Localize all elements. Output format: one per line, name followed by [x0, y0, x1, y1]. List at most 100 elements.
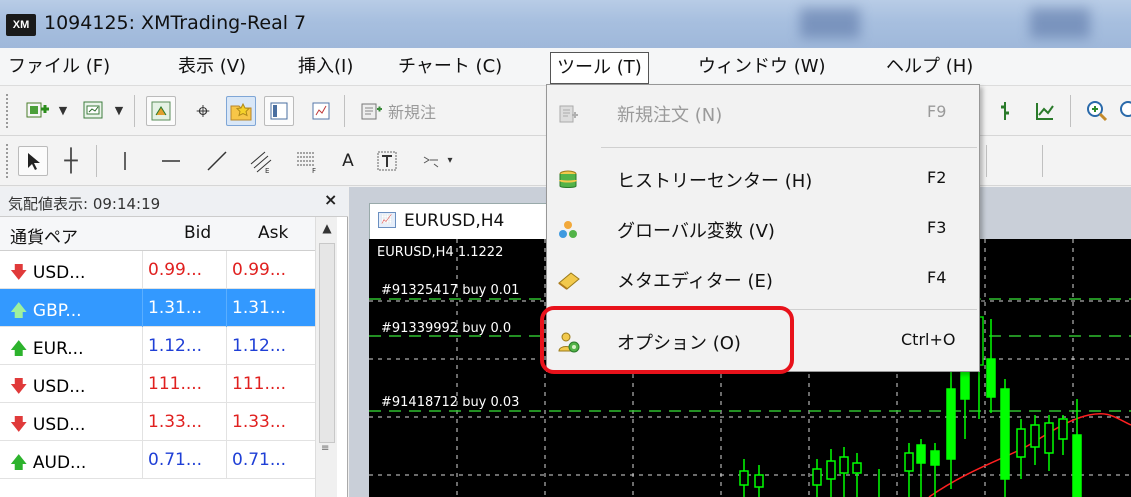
table-row[interactable]: 🡅 GBP... 1.31... 1.31... — [0, 289, 315, 327]
order-line-label[interactable]: #91418712 buy 0.03 — [381, 395, 519, 410]
vertical-scrollbar[interactable]: ▲ ≡ — [315, 217, 337, 497]
menu-item-global-variables[interactable]: グローバル変数 (V) F3 — [547, 205, 979, 255]
toolbar-grip[interactable] — [6, 144, 10, 178]
fibonacci-retracement-icon[interactable]: F — [292, 146, 322, 176]
global-variables-icon — [557, 219, 579, 241]
menu-insert[interactable]: 挿入(I) — [292, 53, 359, 81]
strategy-tester-icon[interactable] — [306, 96, 336, 126]
horizontal-line-icon[interactable] — [156, 146, 186, 176]
toolbar-grip[interactable] — [6, 94, 10, 128]
scroll-up-icon[interactable]: ▲ — [316, 217, 338, 239]
highlight-annotation — [540, 306, 794, 374]
bid-cell: 1.31... — [148, 298, 203, 318]
app-logo-icon: XM — [6, 14, 36, 36]
ask-cell: 111.... — [232, 374, 287, 394]
arrow-down-icon: 🡇 — [10, 263, 28, 283]
menu-view[interactable]: 表示 (V) — [172, 53, 252, 81]
chart-window-tab[interactable]: 📈 EURUSD,H4 — [369, 203, 549, 239]
table-row[interactable]: 🡇 USD... 0.99... 0.99... — [0, 251, 315, 289]
order-line-label[interactable]: #91325417 buy 0.01 — [381, 283, 519, 298]
chart-line-icon[interactable] — [1030, 96, 1060, 126]
table-row[interactable]: 🡇 USD... 111.... 111.... — [0, 365, 315, 403]
zoom-out-icon[interactable] — [1118, 96, 1131, 126]
navigator-icon[interactable] — [226, 96, 256, 126]
menu-item-shortcut: F3 — [927, 218, 947, 237]
bid-cell: 1.33... — [148, 412, 203, 432]
market-watch-toggle-icon[interactable] — [146, 96, 176, 126]
menu-item-label: グローバル変数 (V) — [617, 221, 775, 242]
toolbar-separator — [96, 145, 97, 177]
menu-item-new-order[interactable]: 新規注文 (N) F9 — [547, 89, 979, 139]
arrow-up-icon: 🡅 — [10, 453, 28, 473]
svg-text:E: E — [265, 167, 269, 174]
chevron-down-icon[interactable]: ▼ — [112, 100, 126, 120]
vertical-line-icon[interactable] — [110, 146, 140, 176]
market-watch-column-header: 通貨ペア Bid Ask — [0, 217, 315, 251]
arrow-down-icon: 🡇 — [10, 415, 28, 435]
symbol-cell: 🡅 AUD... — [10, 453, 87, 473]
bid-cell: 1.12... — [148, 336, 203, 356]
text-label-icon[interactable] — [372, 146, 402, 176]
equidistant-channel-icon[interactable]: E — [246, 146, 276, 176]
column-header-bid[interactable]: Bid — [184, 223, 211, 243]
menu-item-label: メタエディター (E) — [617, 271, 773, 292]
menu-item-shortcut: F4 — [927, 268, 947, 287]
menu-item-meta-editor[interactable]: メタエディター (E) F4 — [547, 255, 979, 305]
symbol-cell: 🡅 EUR... — [10, 339, 84, 359]
history-center-icon — [557, 169, 579, 191]
table-row[interactable]: 🡅 EUR... 1.12... 1.12... — [0, 327, 315, 365]
arrow-up-icon: 🡅 — [10, 339, 28, 359]
text-tool-icon[interactable]: A — [338, 148, 358, 174]
new-order-toolbar-label[interactable]: 新規注 — [388, 98, 436, 124]
chart-bar-icon[interactable] — [990, 96, 1020, 126]
menu-item-label: 新規注文 (N) — [617, 105, 723, 126]
scrollbar-thumb[interactable] — [319, 243, 335, 443]
terminal-icon[interactable] — [264, 96, 294, 126]
chevron-down-icon[interactable]: ▼ — [56, 100, 70, 120]
arrow-down-icon: 🡇 — [10, 377, 28, 397]
ask-cell: 1.12... — [232, 336, 287, 356]
crosshair-icon[interactable]: ┼ — [56, 146, 86, 176]
crosshair-data-window-icon[interactable]: ⌖ — [188, 96, 218, 126]
ask-cell: 0.99... — [232, 260, 287, 280]
market-watch-title: 気配値表示: 09:14:19 — [8, 195, 161, 213]
menu-item-shortcut: F2 — [927, 168, 947, 187]
menu-help[interactable]: ヘルプ (H) — [880, 53, 979, 81]
new-chart-icon[interactable] — [22, 96, 54, 126]
symbol-cell: 🡇 USD... — [10, 377, 86, 397]
menu-file[interactable]: ファイル (F) — [2, 53, 116, 81]
menu-item-shortcut: F9 — [927, 102, 947, 121]
bid-cell: 0.99... — [148, 260, 203, 280]
chevron-down-icon[interactable]: ▾ — [444, 150, 456, 170]
menu-window[interactable]: ウィンドウ (W) — [692, 53, 832, 81]
svg-text:F: F — [312, 167, 316, 174]
trendline-icon[interactable] — [202, 146, 232, 176]
close-icon[interactable]: × — [324, 190, 337, 209]
toolbar-separator — [1070, 95, 1071, 127]
toolbar-separator — [134, 95, 135, 127]
chart-window-icon: 📈 — [378, 212, 396, 228]
table-row[interactable]: 🡅 AUD... 0.71... 0.71... — [0, 441, 315, 479]
market-watch-panel: 気配値表示: 09:14:19 × 通貨ペア Bid Ask 🡇 USD... … — [0, 187, 348, 497]
ask-cell: 0.71... — [232, 450, 287, 470]
scrollbar-grip-icon: ≡ — [321, 443, 330, 454]
new-order-icon — [557, 103, 579, 125]
new-order-toolbar-icon[interactable] — [356, 96, 386, 126]
menu-tools[interactable]: ツール (T) — [550, 52, 649, 84]
title-bar-glow — [800, 8, 860, 38]
menu-separator — [601, 147, 977, 148]
column-header-symbol[interactable]: 通貨ペア — [10, 223, 78, 248]
column-header-ask[interactable]: Ask — [258, 223, 288, 243]
zoom-in-icon[interactable] — [1082, 96, 1112, 126]
title-bar: XM 1094125: XMTrading-Real 7 — [0, 0, 1131, 48]
table-row[interactable]: 🡇 USD... 1.33... 1.33... — [0, 403, 315, 441]
arrows-icon[interactable] — [416, 146, 446, 176]
market-watch-header: 気配値表示: 09:14:19 × — [0, 187, 348, 217]
menu-item-label: ヒストリーセンター (H) — [617, 171, 813, 192]
menu-item-history-center[interactable]: ヒストリーセンター (H) F2 — [547, 155, 979, 205]
menu-chart[interactable]: チャート (C) — [392, 53, 508, 81]
order-line-label[interactable]: #91339992 buy 0.0 — [381, 321, 511, 336]
meta-editor-icon — [557, 269, 580, 291]
cursor-icon[interactable] — [18, 146, 48, 176]
profiles-icon[interactable] — [78, 96, 110, 126]
